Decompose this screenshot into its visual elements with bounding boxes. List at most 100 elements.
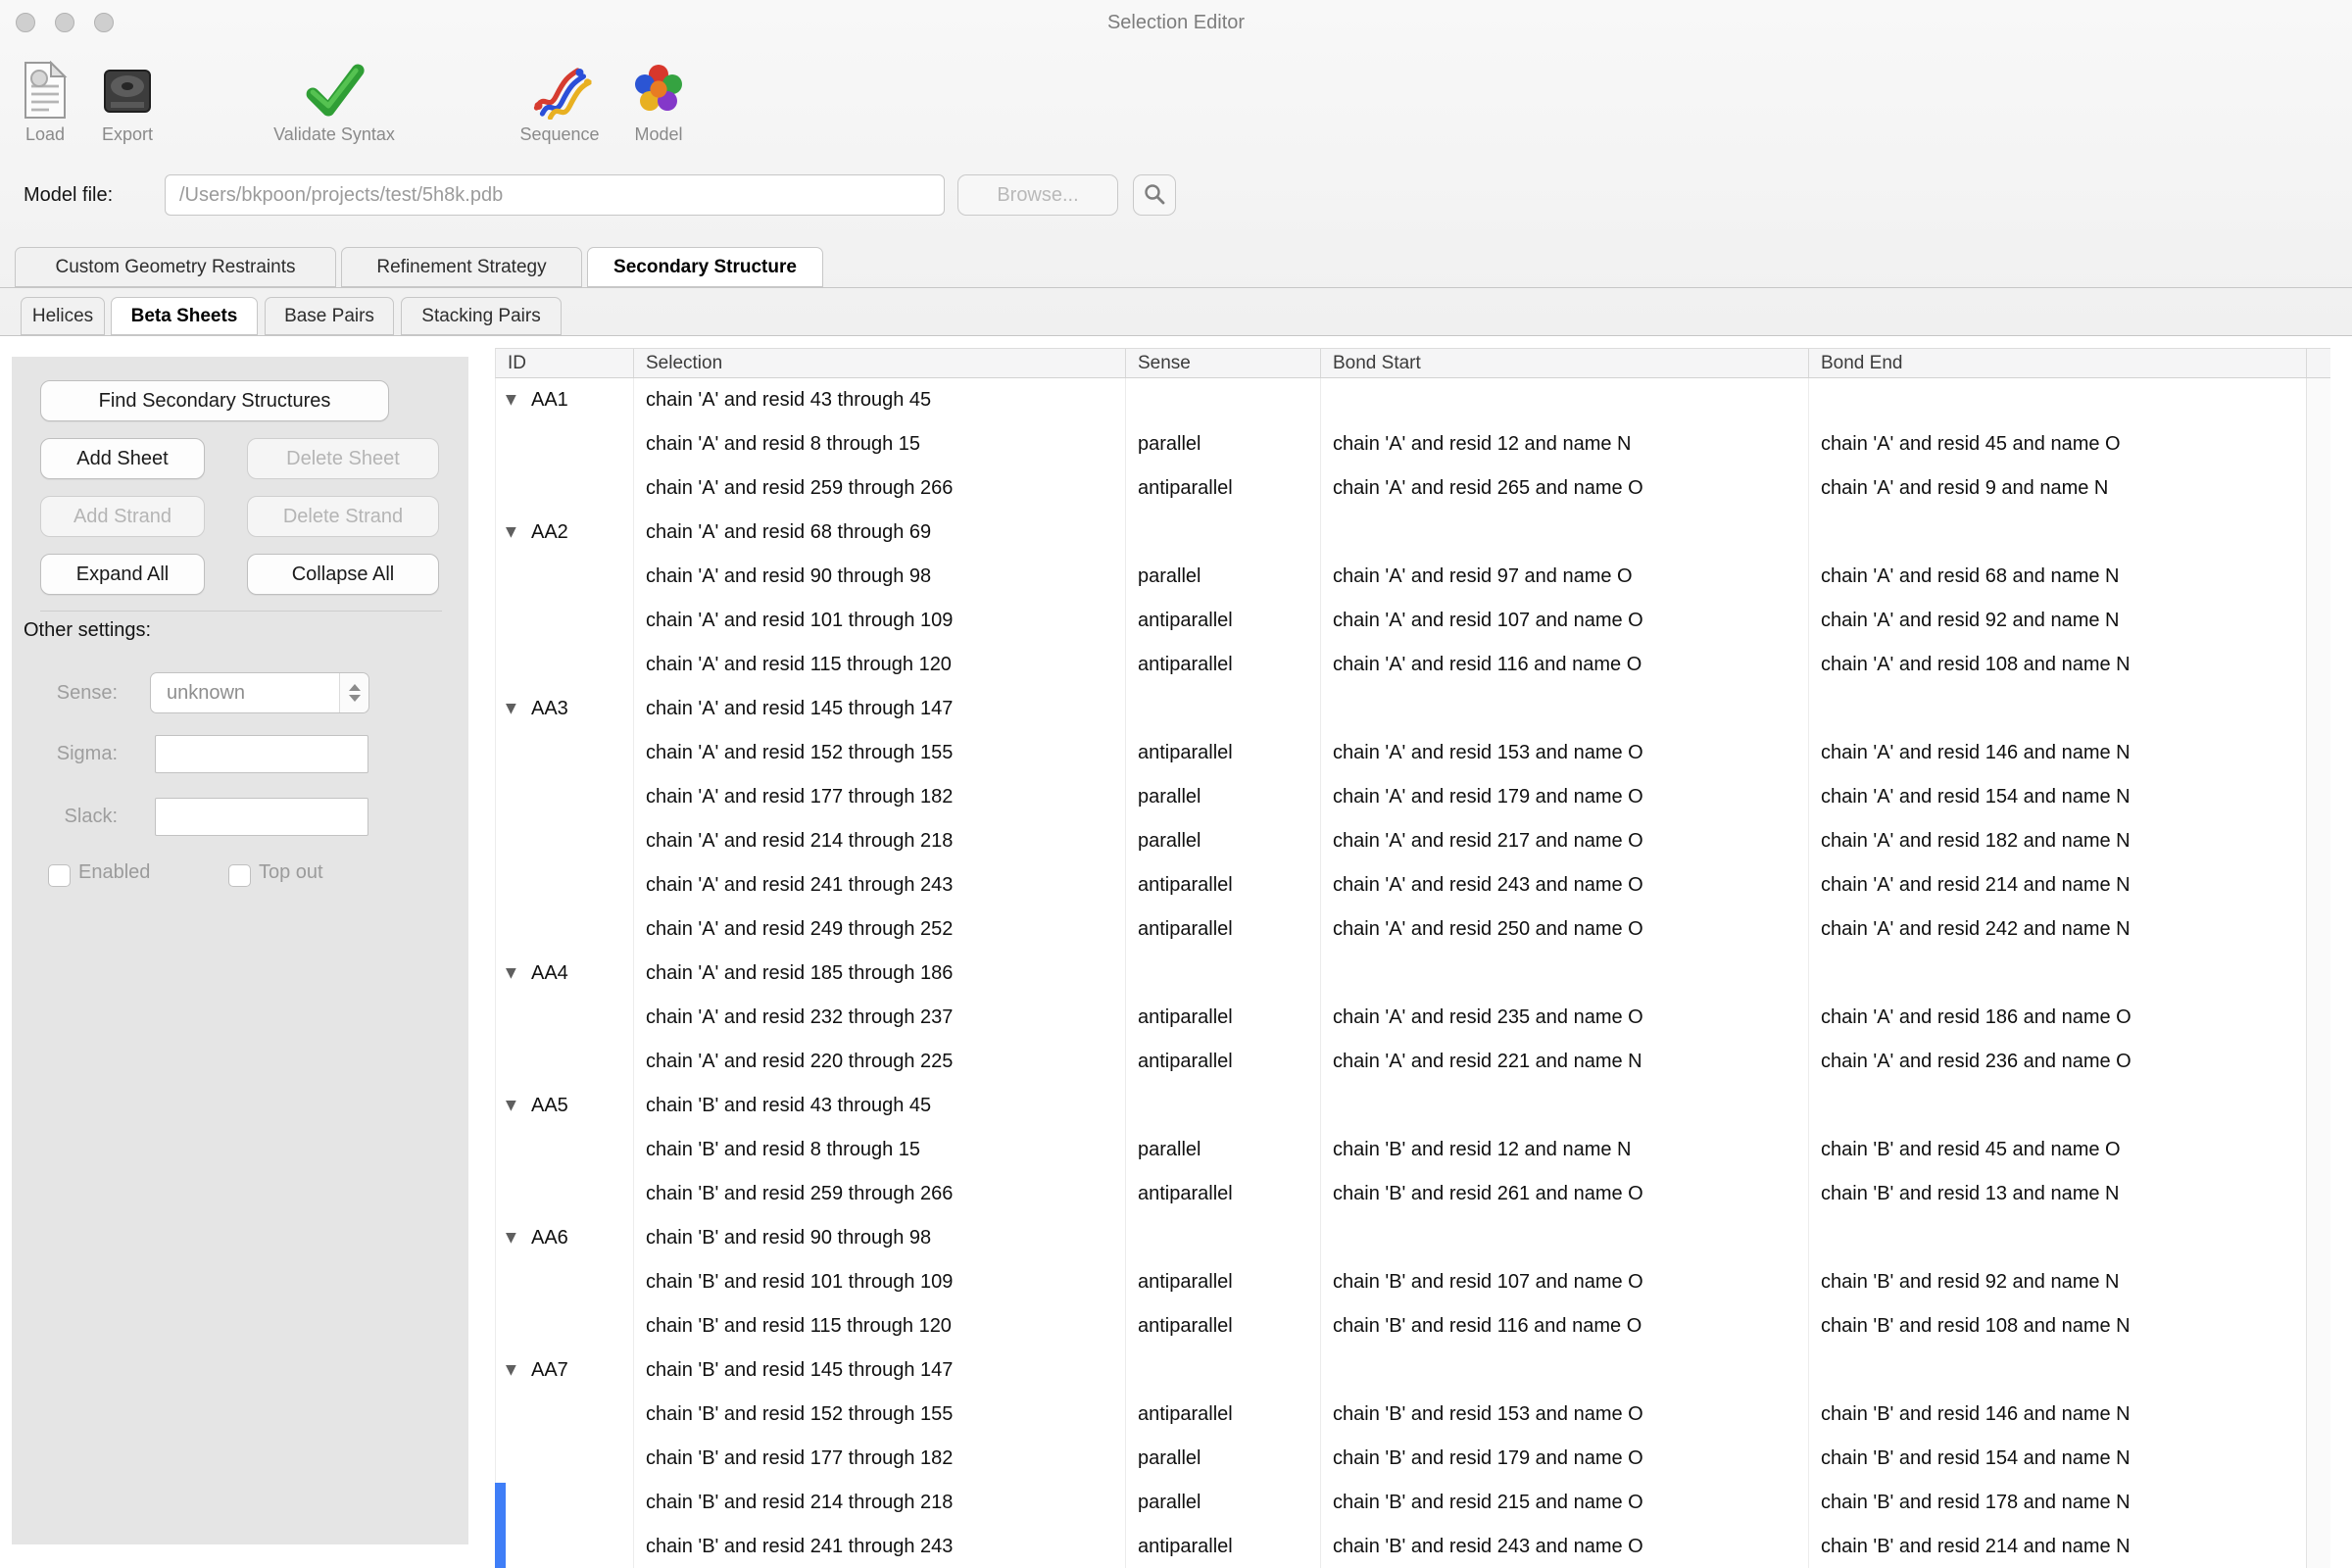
delete-sheet-button[interactable]: Delete Sheet: [247, 438, 439, 479]
table-row[interactable]: chain 'A' and resid 90 through 98 parall…: [496, 555, 2306, 599]
table-row[interactable]: chain 'A' and resid 152 through 155 anti…: [496, 731, 2306, 775]
table-row[interactable]: ▼ AA4 chain 'A' and resid 185 through 18…: [496, 952, 2306, 996]
bond-start-cell: chain 'A' and resid 217 and name O: [1321, 819, 1809, 863]
find-secondary-structures-button[interactable]: Find Secondary Structures: [40, 380, 389, 421]
vertical-scrollbar[interactable]: [2306, 348, 2330, 1568]
bond-start-cell: chain 'B' and resid 215 and name O: [1321, 1481, 1809, 1525]
sense-cell: [1126, 1216, 1321, 1260]
collapse-all-button[interactable]: Collapse All: [247, 554, 439, 595]
table-row[interactable]: chain 'B' and resid 177 through 182 para…: [496, 1437, 2306, 1481]
enabled-checkbox[interactable]: [48, 864, 71, 887]
bond-end-cell: chain 'B' and resid 92 and name N: [1809, 1260, 2306, 1304]
table-row[interactable]: chain 'A' and resid 8 through 15 paralle…: [496, 422, 2306, 466]
table-row[interactable]: ▼ AA3 chain 'A' and resid 145 through 14…: [496, 687, 2306, 731]
bond-start-cell: chain 'B' and resid 261 and name O: [1321, 1172, 1809, 1216]
delete-strand-button[interactable]: Delete Strand: [247, 496, 439, 537]
disclosure-triangle-icon[interactable]: ▼: [506, 511, 531, 555]
table-row[interactable]: ▼ AA2 chain 'A' and resid 68 through 69: [496, 511, 2306, 555]
sequence-tool[interactable]: Sequence: [519, 53, 599, 145]
id-cell: [496, 555, 634, 599]
table-row[interactable]: chain 'B' and resid 101 through 109 anti…: [496, 1260, 2306, 1304]
table-row[interactable]: ▼ AA1 chain 'A' and resid 43 through 45: [496, 378, 2306, 422]
export-tool[interactable]: Export: [99, 53, 156, 145]
bond-start-cell: [1321, 1348, 1809, 1393]
bond-end-cell: chain 'A' and resid 154 and name N: [1809, 775, 2306, 819]
column-header-id[interactable]: ID: [496, 349, 634, 377]
table-row[interactable]: chain 'A' and resid 232 through 237 anti…: [496, 996, 2306, 1040]
table-row[interactable]: chain 'A' and resid 214 through 218 para…: [496, 819, 2306, 863]
tab-refinement-strategy[interactable]: Refinement Strategy: [341, 247, 582, 287]
bond-end-cell: chain 'B' and resid 108 and name N: [1809, 1304, 2306, 1348]
table-row[interactable]: chain 'B' and resid 241 through 243 anti…: [496, 1525, 2306, 1568]
sense-dropdown[interactable]: unknown: [150, 672, 369, 713]
bond-end-cell: chain 'A' and resid 214 and name N: [1809, 863, 2306, 907]
tab-secondary-structure[interactable]: Secondary Structure: [587, 247, 823, 287]
table-row[interactable]: chain 'B' and resid 8 through 15 paralle…: [496, 1128, 2306, 1172]
column-header-bond-end[interactable]: Bond End: [1809, 349, 2307, 377]
slack-input[interactable]: [155, 798, 368, 836]
table-row[interactable]: chain 'B' and resid 152 through 155 anti…: [496, 1393, 2306, 1437]
subtab-base-pairs[interactable]: Base Pairs: [265, 297, 394, 335]
disclosure-triangle-icon[interactable]: ▼: [506, 952, 531, 996]
table-row[interactable]: chain 'A' and resid 249 through 252 anti…: [496, 907, 2306, 952]
bond-end-cell: chain 'A' and resid 186 and name O: [1809, 996, 2306, 1040]
sigma-input[interactable]: [155, 735, 368, 773]
magnifier-icon: [1142, 181, 1167, 210]
disclosure-triangle-icon[interactable]: ▼: [506, 1084, 531, 1128]
tab-custom-geometry-restraints[interactable]: Custom Geometry Restraints: [15, 247, 336, 287]
validate-syntax-tool[interactable]: Validate Syntax: [273, 53, 395, 145]
top-out-checkbox[interactable]: [228, 864, 251, 887]
sheet-id: AA4: [531, 952, 568, 996]
bond-end-cell: chain 'A' and resid 108 and name N: [1809, 643, 2306, 687]
disclosure-triangle-icon[interactable]: ▼: [506, 1216, 531, 1260]
expand-all-button[interactable]: Expand All: [40, 554, 205, 595]
column-header-selection[interactable]: Selection: [634, 349, 1126, 377]
subtab-beta-sheets[interactable]: Beta Sheets: [111, 297, 258, 335]
table-row[interactable]: chain 'A' and resid 259 through 266 anti…: [496, 466, 2306, 511]
disclosure-triangle-icon[interactable]: ▼: [506, 378, 531, 422]
subtab-stacking-pairs[interactable]: Stacking Pairs: [401, 297, 562, 335]
load-tool[interactable]: Load: [22, 53, 69, 145]
sheet-id: AA7: [531, 1348, 568, 1393]
browse-button[interactable]: Browse...: [957, 174, 1118, 216]
bond-start-cell: chain 'A' and resid 107 and name O: [1321, 599, 1809, 643]
table-row[interactable]: chain 'A' and resid 220 through 225 anti…: [496, 1040, 2306, 1084]
selection-cell: chain 'A' and resid 43 through 45: [634, 378, 1126, 422]
table-row[interactable]: ▼ AA7 chain 'B' and resid 145 through 14…: [496, 1348, 2306, 1393]
add-sheet-button[interactable]: Add Sheet: [40, 438, 205, 479]
load-icon: [22, 53, 69, 120]
search-button[interactable]: [1133, 174, 1176, 216]
table-row[interactable]: ▼ AA5 chain 'B' and resid 43 through 45: [496, 1084, 2306, 1128]
selection-cell: chain 'A' and resid 68 through 69: [634, 511, 1126, 555]
table-row[interactable]: chain 'A' and resid 101 through 109 anti…: [496, 599, 2306, 643]
table-row[interactable]: chain 'A' and resid 115 through 120 anti…: [496, 643, 2306, 687]
table-row[interactable]: chain 'A' and resid 241 through 243 anti…: [496, 863, 2306, 907]
table-row[interactable]: chain 'B' and resid 115 through 120 anti…: [496, 1304, 2306, 1348]
table-row[interactable]: ▼ AA6 chain 'B' and resid 90 through 98: [496, 1216, 2306, 1260]
id-cell: [496, 1260, 634, 1304]
table-row[interactable]: chain 'A' and resid 177 through 182 para…: [496, 775, 2306, 819]
column-header-bond-start[interactable]: Bond Start: [1321, 349, 1809, 377]
model-file-input[interactable]: [165, 174, 945, 216]
sheet-id: AA3: [531, 687, 568, 731]
selection-cell: chain 'B' and resid 152 through 155: [634, 1393, 1126, 1437]
bond-end-cell: [1809, 1084, 2306, 1128]
id-cell: [496, 819, 634, 863]
model-tool[interactable]: Model: [629, 53, 688, 145]
bond-start-cell: chain 'B' and resid 107 and name O: [1321, 1260, 1809, 1304]
bond-end-cell: [1809, 687, 2306, 731]
sense-cell: antiparallel: [1126, 996, 1321, 1040]
column-header-sense[interactable]: Sense: [1126, 349, 1321, 377]
subtab-helices[interactable]: Helices: [21, 297, 105, 335]
bond-start-cell: chain 'B' and resid 12 and name N: [1321, 1128, 1809, 1172]
bond-start-cell: [1321, 378, 1809, 422]
disclosure-triangle-icon[interactable]: ▼: [506, 1348, 531, 1393]
beta-sheets-table: ID Selection Sense Bond Start Bond End ▼…: [495, 348, 2330, 1568]
add-strand-button[interactable]: Add Strand: [40, 496, 205, 537]
disclosure-triangle-icon[interactable]: ▼: [506, 687, 531, 731]
table-row[interactable]: chain 'B' and resid 259 through 266 anti…: [496, 1172, 2306, 1216]
top-out-checkbox-label: Top out: [259, 861, 323, 884]
id-cell: ▼ AA7: [496, 1348, 634, 1393]
table-row[interactable]: chain 'B' and resid 214 through 218 para…: [496, 1481, 2306, 1525]
id-cell: [496, 907, 634, 952]
